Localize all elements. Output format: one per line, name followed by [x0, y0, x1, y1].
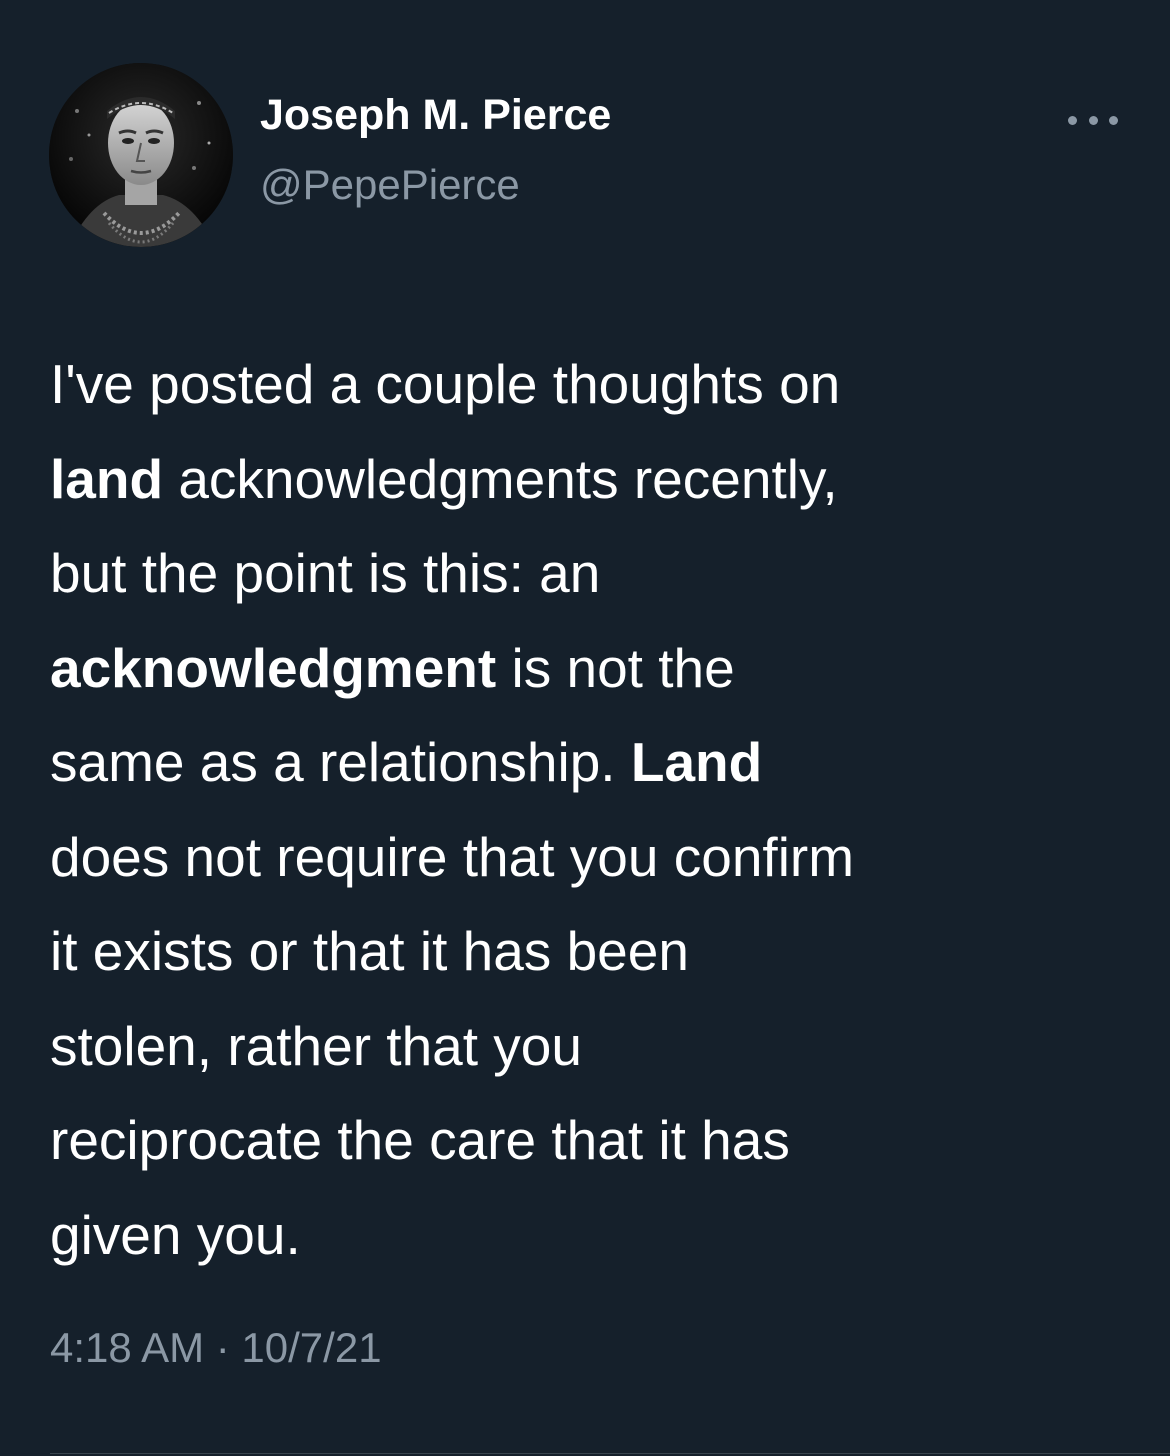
more-options-icon[interactable] [1068, 106, 1118, 134]
tweet-line: same as a relationship. [50, 731, 631, 793]
tweet-line: does not require that you confirm [50, 825, 855, 888]
tweet-bold-term: acknowledgment [50, 636, 497, 699]
display-name[interactable]: Joseph M. Pierce [260, 94, 611, 137]
tweet-view: Joseph M. Pierce @PepePierce I've posted… [0, 0, 1170, 1456]
tweet-line: stolen, rather that you [50, 1014, 582, 1077]
tweet-timestamp[interactable]: 4:18 AM · 10/7/21 [50, 1327, 382, 1369]
more-dot [1088, 115, 1098, 125]
tweet-text: I've posted a couple thoughts on land ack… [50, 337, 1140, 1282]
tweet-bold-term: Land [630, 731, 763, 793]
tweet-line: acknowledgments recently, [163, 447, 838, 510]
tweet-line: given you. [50, 1203, 301, 1266]
user-handle[interactable]: @PepePierce [260, 164, 520, 206]
tweet-line: but the point is this: an [50, 542, 601, 604]
more-dot [1068, 115, 1077, 125]
tweet-line: reciprocate the care that it has [50, 1109, 790, 1171]
tweet-line: is not the [496, 636, 735, 699]
avatar[interactable] [49, 63, 233, 247]
tweet-bold-term: land [50, 447, 164, 510]
more-dot [1109, 115, 1118, 125]
profile-photo-avatar [49, 63, 233, 247]
tweet-line: it exists or that it has been [50, 920, 689, 982]
tweet-line: I've posted a couple thoughts on [50, 353, 841, 415]
divider [50, 1453, 1170, 1454]
